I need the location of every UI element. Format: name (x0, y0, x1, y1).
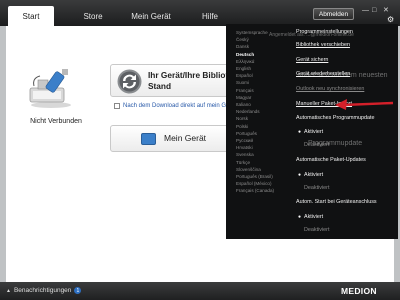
restore-device-link[interactable]: Gerät wiederherstellen (296, 71, 350, 77)
language-option[interactable]: Polski (236, 123, 296, 130)
language-option[interactable]: Italiano (236, 101, 296, 108)
language-option[interactable]: Český (236, 36, 296, 43)
language-option[interactable]: Magyar (236, 94, 296, 101)
red-arrow-icon (335, 99, 394, 110)
radio-selected-icon[interactable]: ● (298, 172, 301, 178)
backup-device-link[interactable]: Gerät sichern (296, 57, 328, 63)
tab-store[interactable]: Store (70, 6, 116, 26)
package-updates-disabled[interactable]: Deaktiviert (304, 185, 329, 191)
connection-status: Nicht Verbunden (30, 118, 82, 125)
sync-title-line2: Stand (148, 81, 172, 91)
program-settings-heading: Programmeinstellungen (296, 29, 353, 35)
tab-help-label: Hilfe (201, 11, 218, 21)
auto-package-updates-heading: Automatische Paket-Updates (296, 157, 366, 163)
brand-logo: MEDION (341, 286, 377, 296)
outlook-sync-link[interactable]: Outlook neu synchronisieren (296, 86, 364, 92)
auto-program-updates-heading: Automatisches Programmupdate (296, 115, 375, 121)
notifications-label: Benachrichtigungen (13, 287, 72, 294)
language-option[interactable]: Español (México) (236, 180, 296, 187)
chevron-up-icon: ▲ (6, 287, 11, 294)
language-option[interactable]: Deutsch (236, 51, 296, 58)
status-bar: ▲ Benachrichtigungen 1 MEDION (0, 282, 400, 300)
tab-help[interactable]: Hilfe (192, 6, 228, 26)
tab-my-device-label: Mein Gerät (131, 11, 171, 21)
radio-selected-icon[interactable]: ● (298, 129, 301, 135)
my-device-label: Mein Gerät (164, 133, 207, 143)
download-transfer-checkbox[interactable] (114, 103, 120, 109)
device-icon (141, 133, 156, 145)
language-option[interactable]: Français (236, 87, 296, 94)
program-updates-disabled[interactable]: Deaktiviert (304, 142, 329, 148)
program-updates-enabled[interactable]: Aktiviert (304, 129, 323, 135)
language-list: Systemsprache Český Dansk Deutsch Ελληνικά En… (236, 29, 296, 195)
gear-icon[interactable]: ⚙ (387, 15, 394, 24)
tab-store-label: Store (83, 11, 103, 21)
language-option[interactable]: Slovenščina (236, 166, 296, 173)
tab-my-device[interactable]: Mein Gerät (124, 6, 178, 26)
notifications-toggle[interactable]: ▲ Benachrichtigungen 1 (6, 287, 82, 294)
title-bar: Start Store Mein Gerät Hilfe Abmelden — … (0, 0, 400, 26)
language-option[interactable]: Türkçe (236, 159, 296, 166)
radio-selected-icon[interactable]: ● (298, 214, 301, 220)
package-updates-enabled[interactable]: Aktiviert (304, 172, 323, 178)
language-option[interactable]: English (236, 65, 296, 72)
usb-device-icon (29, 69, 71, 108)
maximize-icon[interactable]: □ (372, 7, 376, 15)
minimize-icon[interactable]: — (362, 7, 369, 15)
language-option[interactable]: Dansk (236, 43, 296, 50)
move-library-link[interactable]: Bibliothek verschieben (296, 42, 350, 48)
language-option[interactable]: Systemsprache (236, 29, 296, 36)
auto-start-disabled[interactable]: Deaktiviert (304, 227, 329, 233)
settings-menu: Angemeldet als: ...@medion-online.de fin… (226, 24, 398, 239)
language-option[interactable]: Português (236, 130, 296, 137)
auto-start-heading: Autom. Start bei Geräteanschluss (296, 199, 377, 205)
auto-start-enabled[interactable]: Aktiviert (304, 214, 323, 220)
logout-button[interactable]: Abmelden (313, 8, 354, 20)
language-option[interactable]: Français (Canada) (236, 187, 296, 194)
language-option[interactable]: Português (Brasil) (236, 173, 296, 180)
language-option[interactable]: Svenska (236, 151, 296, 158)
close-icon[interactable]: ✕ (383, 7, 389, 15)
language-option[interactable]: Norsk (236, 115, 296, 122)
language-option[interactable]: Español (236, 72, 296, 79)
tab-start-label: Start (22, 11, 40, 21)
language-option[interactable]: Русский (236, 137, 296, 144)
language-option[interactable]: Suomi (236, 79, 296, 86)
tab-start[interactable]: Start (8, 6, 54, 26)
language-option[interactable]: Nederlands (236, 108, 296, 115)
sync-icon (117, 69, 142, 94)
language-option[interactable]: Ελληνικά (236, 58, 296, 65)
language-option[interactable]: Hrvatski (236, 144, 296, 151)
notifications-badge: 1 (74, 287, 82, 294)
